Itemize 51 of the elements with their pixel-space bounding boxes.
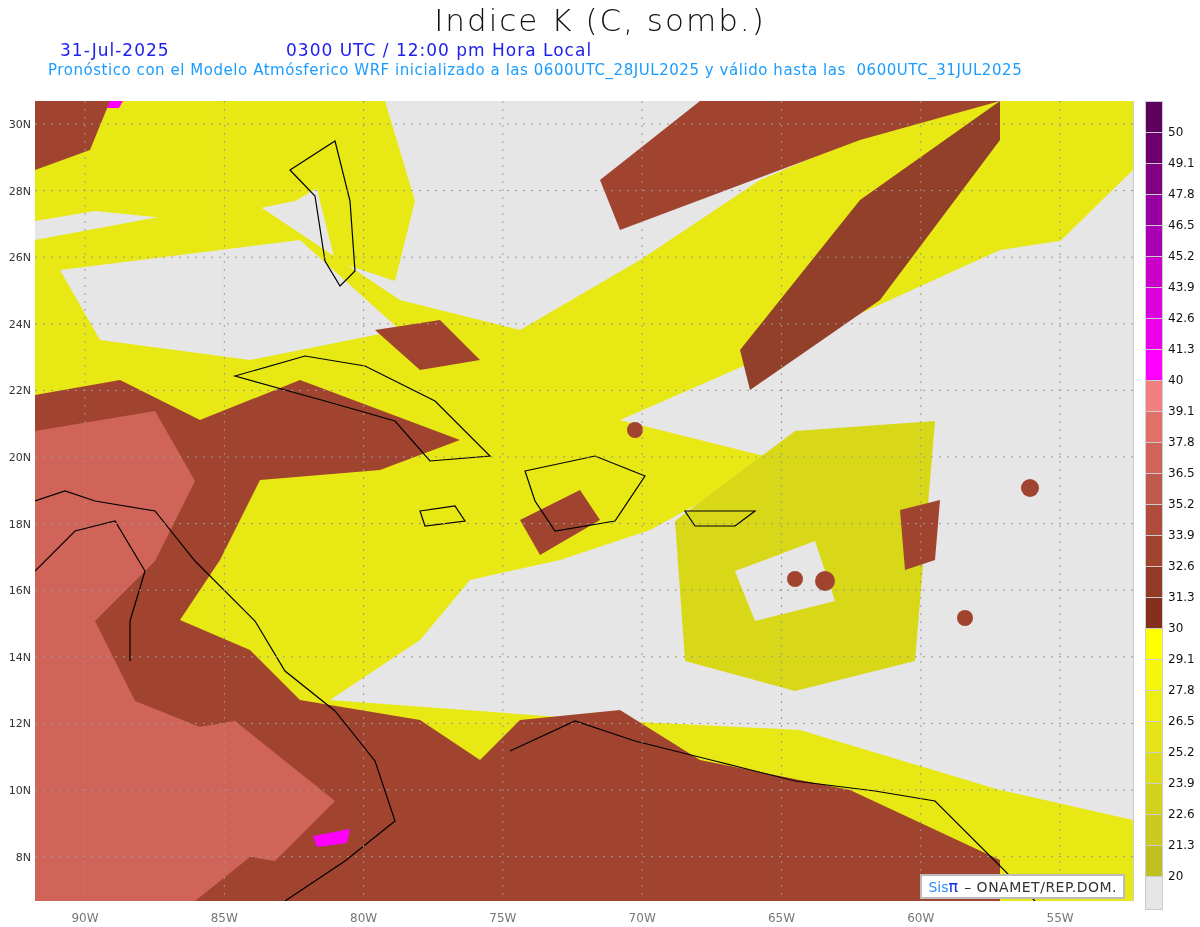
latitude-label: 18N	[8, 517, 31, 531]
longitude-label: 75W	[489, 911, 517, 925]
legend-label: 22.6	[1168, 807, 1195, 821]
latitude-label: 10N	[8, 783, 31, 797]
legend-label: 30	[1168, 621, 1184, 635]
latitude-label: 20N	[8, 450, 31, 464]
latitude-label: 22N	[8, 383, 31, 397]
longitude-label: 65W	[767, 911, 796, 925]
legend-label: 20	[1168, 869, 1184, 883]
date-label: 31-Jul-2025	[60, 40, 171, 61]
legend-label: 32.6	[1168, 559, 1195, 573]
legend-label: 27.8	[1168, 683, 1195, 697]
legend-label: 42.6	[1168, 311, 1195, 325]
latitude-label: 24N	[8, 317, 31, 331]
legend-label: 43.9	[1168, 280, 1195, 294]
legend-label: 41.3	[1168, 342, 1195, 356]
latitude-label: 12N	[8, 716, 31, 730]
legend-label: 45.2	[1168, 249, 1195, 263]
legend-label: 25.2	[1168, 745, 1195, 759]
legend-label: 47.8	[1168, 187, 1195, 201]
legend-label: 37.8	[1168, 435, 1195, 449]
legend-label: 49.1	[1168, 156, 1195, 170]
longitude-label: 80W	[350, 911, 378, 925]
longitude-label: 90W	[71, 911, 99, 925]
longitude-label: 60W	[907, 911, 935, 925]
latitude-label: 14N	[8, 650, 31, 664]
latitude-label: 26N	[8, 250, 31, 264]
legend-label: 26.5	[1168, 714, 1195, 728]
legend-label: 33.9	[1168, 528, 1195, 542]
sis-logo: Sisπ	[928, 877, 959, 896]
latitude-label: 16N	[8, 583, 31, 597]
legend-label: 31.3	[1168, 590, 1195, 604]
forecast-description: Pronóstico con el Modelo Atmósferico WRF inicializado a las 0600UTC_28JUL2025 y válido hasta las 0600UTC_31JUL2025	[48, 61, 1024, 79]
legend-label: 36.5	[1168, 466, 1195, 480]
legend-label: 50	[1168, 125, 1184, 139]
time-label: 0300 UTC / 12:00 pm Hora Local	[286, 40, 593, 61]
legend-label: 29.1	[1168, 652, 1195, 666]
legend-label: 39.1	[1168, 404, 1195, 418]
latitude-label: 30N	[8, 117, 31, 131]
latitude-label: 28N	[8, 184, 31, 198]
legend-label: 35.2	[1168, 497, 1195, 511]
longitude-label: 70W	[628, 911, 656, 925]
legend-label: 21.3	[1168, 838, 1195, 852]
legend-label: 40	[1168, 373, 1184, 387]
latitude-label: 8N	[15, 850, 31, 864]
longitude-label: 85W	[210, 911, 238, 925]
map-title: Indice K (C, somb.)	[433, 1, 767, 40]
longitude-label: 55W	[1046, 911, 1074, 925]
credit-text: – ONAMET/REP.DOM.	[964, 878, 1117, 895]
legend-label: 23.9	[1168, 776, 1195, 790]
legend-label: 46.5	[1168, 218, 1195, 232]
